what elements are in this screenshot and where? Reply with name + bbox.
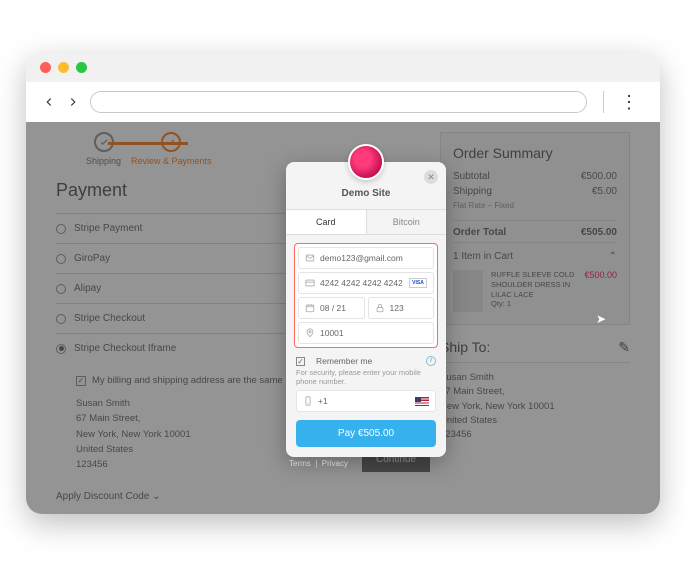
zip-value: 10001 [320,328,344,338]
site-avatar [348,144,384,180]
cvc-field[interactable]: 123 [368,297,435,319]
back-icon[interactable] [42,95,56,109]
forward-icon[interactable] [66,95,80,109]
cursor-icon: ➤ [596,312,606,326]
remember-label: Remember me [316,356,372,366]
maximize-window-icon[interactable] [76,62,87,73]
pay-button[interactable]: Pay €505.00 [296,420,436,447]
minimize-window-icon[interactable] [58,62,69,73]
site-name: Demo Site [286,188,446,199]
card-field[interactable]: 4242 4242 4242 4242 VISA [298,272,434,294]
location-icon [305,328,315,338]
close-window-icon[interactable] [40,62,51,73]
us-flag-icon[interactable] [415,397,429,406]
menu-icon[interactable]: ⋮ [614,92,644,113]
browser-window: ⋮ Shipping Review & Payments Payment Str [26,52,660,514]
phone-icon [303,396,313,406]
security-note: For security, please enter your mobile p… [296,368,436,386]
stripe-checkout-modal: ✕ Demo Site Card Bitcoin demo123@gmail.c… [286,162,446,457]
tab-bitcoin[interactable]: Bitcoin [367,210,447,234]
calendar-icon [305,303,315,313]
remember-me-row[interactable]: Remember me i [296,356,436,366]
browser-toolbar: ⋮ [26,82,660,122]
info-icon[interactable]: i [426,356,436,366]
lock-icon [375,303,385,313]
stripe-footer: Terms | Privacy [289,459,348,468]
email-value: demo123@gmail.com [320,253,403,263]
card-value: 4242 4242 4242 4242 [320,278,403,288]
close-icon[interactable]: ✕ [424,170,438,184]
url-bar[interactable] [90,91,587,113]
privacy-link[interactable]: Privacy [322,459,348,468]
page-content: Shipping Review & Payments Payment Strip… [26,122,660,514]
phone-value: +1 [318,396,328,406]
phone-field[interactable]: +1 [296,390,436,412]
payment-form: demo123@gmail.com 4242 4242 4242 4242 VI… [294,243,438,348]
mail-icon [305,253,315,263]
toolbar-separator [603,91,604,113]
checkbox-icon[interactable] [296,357,305,366]
card-icon [305,278,315,288]
visa-icon: VISA [409,278,427,288]
terms-link[interactable]: Terms [289,459,311,468]
tab-card[interactable]: Card [286,210,367,234]
cvc-value: 123 [390,303,404,313]
expiry-value: 08 / 21 [320,303,346,313]
window-titlebar [26,52,660,82]
email-field[interactable]: demo123@gmail.com [298,247,434,269]
expiry-field[interactable]: 08 / 21 [298,297,365,319]
zip-field[interactable]: 10001 [298,322,434,344]
